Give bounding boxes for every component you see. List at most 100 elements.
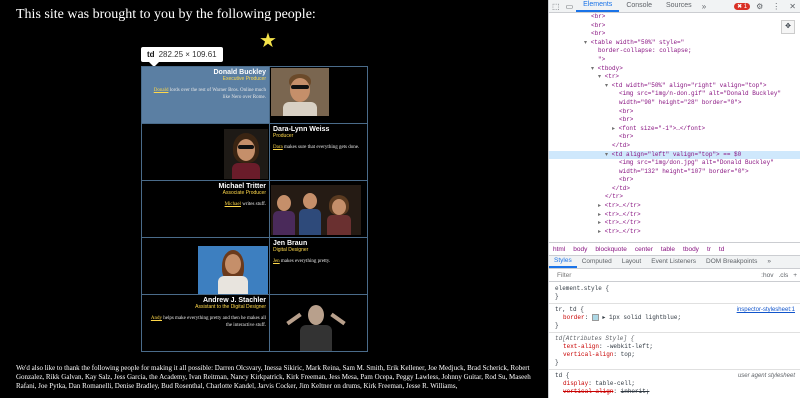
dom-node-line[interactable]: ▸ <tr>…</tr> — [549, 211, 800, 220]
dom-node-line[interactable]: ▾ <tr> — [549, 73, 800, 82]
style-rule[interactable]: element.style {} — [549, 283, 800, 304]
dom-node-line[interactable]: </td> — [549, 142, 800, 151]
expand-triangle-open-icon[interactable]: ▾ — [591, 65, 598, 72]
expand-triangle-open-icon[interactable]: ▾ — [584, 39, 591, 46]
tab-sources[interactable]: Sources — [659, 0, 699, 12]
person-link[interactable]: Donald — [154, 88, 169, 93]
style-declaration[interactable]: vertical-align: inherit; — [555, 388, 795, 396]
dom-node-line[interactable]: ▸ <font size="-1">…</font> — [549, 125, 800, 134]
dom-node-line[interactable]: <br> — [549, 13, 800, 22]
dom-node-line[interactable]: ▸ <tr>…</tr> — [549, 219, 800, 228]
dom-node-line[interactable]: border-collapse: collapse; — [549, 47, 800, 56]
hov-toggle[interactable]: :hov — [761, 272, 773, 279]
style-declaration[interactable]: border: ▸ 1px solid lightblue; — [555, 314, 795, 322]
subtab-computed[interactable]: Computed — [577, 256, 617, 268]
style-declaration[interactable]: vertical-align: top; — [555, 351, 795, 359]
person-link[interactable]: Andy — [151, 316, 162, 321]
dom-node-line[interactable]: <br> — [549, 116, 800, 125]
rule-source-link[interactable]: user agent stylesheet — [738, 372, 795, 380]
new-rule-button[interactable]: + — [793, 272, 797, 279]
style-rule[interactable]: td[Attributes Style] {text-align: -webki… — [549, 333, 800, 371]
close-icon[interactable]: ✕ — [786, 2, 799, 11]
subtab-styles[interactable]: Styles — [549, 256, 577, 268]
breadcrumb-item-tr[interactable]: tr — [703, 246, 715, 253]
subtab-dom-breakpoints[interactable]: DOM Breakpoints — [701, 256, 762, 268]
breadcrumb-item-td[interactable]: td — [715, 246, 728, 253]
person-link[interactable]: Dara — [273, 145, 283, 150]
expand-triangle-closed-icon[interactable]: ▸ — [598, 211, 605, 218]
dom-node-line[interactable]: <br> — [549, 22, 800, 31]
expand-triangle-open-icon[interactable]: ▾ — [605, 151, 612, 158]
breadcrumb-item-tbody[interactable]: tbody — [679, 246, 703, 253]
error-badge[interactable]: ✖ 1 — [734, 2, 751, 10]
inspect-element-icon[interactable]: ⬚ — [549, 2, 563, 11]
person-photo-cell — [141, 123, 270, 181]
tab-console[interactable]: Console — [619, 0, 659, 12]
dom-node-line[interactable]: <br> — [549, 133, 800, 142]
accessibility-icon[interactable]: ✥ — [781, 20, 795, 34]
person-bio: Andy helps make everything pretty and th… — [150, 316, 266, 328]
dom-node-line[interactable]: ▸ <tr>…</tr> — [549, 228, 800, 237]
expand-triangle-closed-icon[interactable]: ▸ — [598, 228, 605, 235]
dom-node-line[interactable]: </tr> — [549, 193, 800, 202]
elements-tree[interactable]: <br> <br> <br> ▾ <table width="50%" style="… — [549, 13, 800, 242]
dom-node-line[interactable]: width="132" height="107" border="0"> — [549, 168, 800, 177]
more-tabs-icon[interactable]: » — [699, 2, 709, 11]
subtab-event-listeners[interactable]: Event Listeners — [646, 256, 701, 268]
style-declaration[interactable]: display: table-cell; — [555, 380, 795, 388]
styles-filter-input[interactable] — [555, 270, 699, 280]
expand-triangle-closed-icon[interactable]: ▸ — [598, 219, 605, 226]
kebab-menu-icon[interactable]: ⋮ — [769, 2, 783, 11]
rule-source-link[interactable]: inspector-stylesheet:1 — [737, 306, 795, 314]
photo-donald — [271, 68, 329, 116]
expand-triangle-open-icon[interactable]: ▾ — [598, 73, 605, 80]
person-bio: Jen makes everything pretty. — [273, 259, 331, 264]
breadcrumb-item-body[interactable]: body — [569, 246, 591, 253]
person-link[interactable]: Michael — [225, 202, 241, 207]
gear-icon[interactable]: ⚙ — [753, 2, 766, 11]
table-row: Dara-Lynn Weiss Producer Dara makes sure… — [141, 123, 368, 181]
breadcrumb-item-blockquote[interactable]: blockquote — [591, 246, 630, 253]
style-rule[interactable]: inspector-stylesheet:1 tr, td {border: ▸ … — [549, 304, 800, 334]
tab-elements[interactable]: Elements — [576, 0, 620, 12]
dom-node-line[interactable]: <br> — [549, 176, 800, 185]
cls-toggle[interactable]: .cls — [778, 272, 788, 279]
person-name: Michael Tritter — [218, 183, 266, 190]
styles-filter-bar: :hov .cls + — [549, 269, 800, 282]
dom-node-line[interactable]: width="90" height="28" border="0"> — [549, 99, 800, 108]
subtab-[interactable]: » — [762, 256, 776, 268]
dom-node-line[interactable]: ▾ <td align="left" valign="top"> == $0 — [549, 150, 800, 160]
color-swatch[interactable] — [591, 314, 599, 321]
dom-node-line[interactable]: ▾ <td width="50%" align="right" valign="… — [549, 82, 800, 91]
dom-node-text: <tr>…</tr> — [604, 202, 641, 210]
expand-triangle-closed-icon[interactable]: ▸ — [612, 125, 619, 132]
breadcrumb-item-table[interactable]: table — [657, 246, 679, 253]
style-declaration[interactable]: text-align: -webkit-left; — [555, 343, 795, 351]
dom-node-text: <table width="50%" style=" — [590, 38, 685, 46]
device-toolbar-icon[interactable]: ▭ — [563, 2, 577, 11]
expand-triangle-closed-icon[interactable]: ▸ — [598, 202, 605, 209]
person-name: Andrew J. Stachler — [202, 297, 266, 304]
subtab-layout[interactable]: Layout — [617, 256, 647, 268]
person-link[interactable]: Jen — [273, 259, 280, 264]
devtools-actions: ✖ 1 ⚙ ⋮ ✕ — [734, 0, 799, 12]
dom-node-text: </td> — [612, 141, 631, 149]
person-bio: Donald lords over the rest of Warner Bro… — [153, 88, 266, 100]
person-bio: Michael writes stuff. — [224, 202, 266, 207]
breadcrumb-item-html[interactable]: html — [549, 246, 569, 253]
dom-node-line[interactable]: "> — [549, 56, 800, 65]
dom-node-line[interactable]: <img src="img/don.jpg" alt="Donald Buckl… — [549, 159, 800, 168]
breadcrumb-item-center[interactable]: center — [631, 246, 657, 253]
style-rule[interactable]: user agent stylesheet td {display: table-… — [549, 370, 800, 398]
dom-node-line[interactable]: <br> — [549, 30, 800, 39]
dom-node-line[interactable]: <br> — [549, 108, 800, 117]
dom-node-text: <br> — [619, 133, 634, 141]
dom-node-text: border-collapse: collapse; — [598, 47, 692, 55]
dom-node-line[interactable]: ▸ <tr>…</tr> — [549, 202, 800, 211]
expand-triangle-open-icon[interactable]: ▾ — [605, 82, 612, 89]
dom-node-line[interactable]: <img src="img/n-don.gif" alt="Donald Buc… — [549, 90, 800, 99]
dom-node-line[interactable]: </td> — [549, 185, 800, 194]
dom-node-line[interactable]: ▾ <table width="50%" style=" — [549, 39, 800, 48]
inspect-tooltip: td 282.25 × 109.61 — [141, 47, 223, 67]
dom-node-line[interactable]: ▾ <tbody> — [549, 65, 800, 74]
